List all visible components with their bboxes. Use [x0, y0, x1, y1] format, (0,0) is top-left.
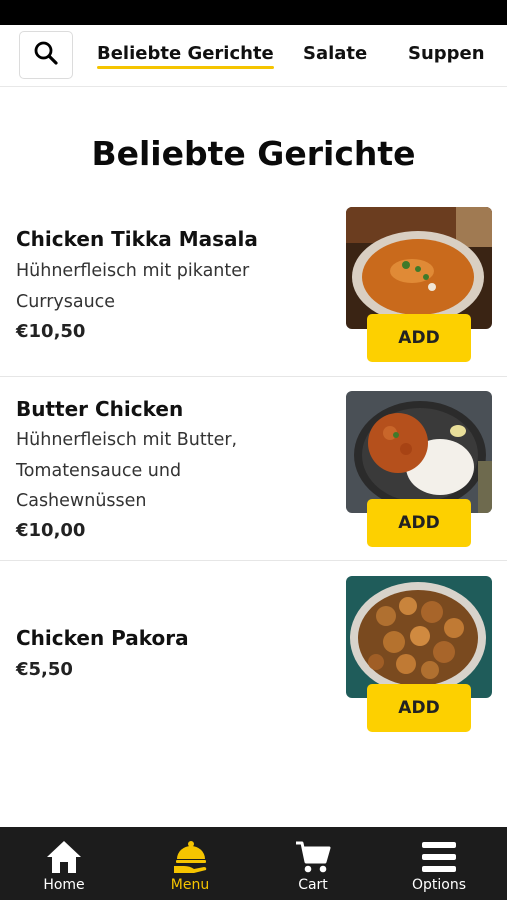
dish-price: €5,50	[16, 659, 73, 680]
nav-menu[interactable]: Menu	[127, 827, 253, 900]
page-title: Beliebte Gerichte	[91, 134, 416, 173]
options-icon	[421, 836, 457, 874]
dish-image	[346, 576, 492, 698]
dish-description: Hühnerfleisch mit pikanter Currysauce	[16, 261, 250, 312]
tab-beliebte-gerichte[interactable]: Beliebte Gerichte	[97, 43, 274, 69]
nav-label: Menu	[170, 877, 210, 893]
home-icon	[46, 836, 82, 874]
dish-image	[346, 207, 492, 329]
dish-name: Butter Chicken	[16, 397, 184, 421]
tab-salate[interactable]: Salate	[303, 43, 367, 64]
dish-name: Chicken Tikka Masala	[16, 227, 258, 251]
category-nav: Beliebte Gerichte Salate Suppen	[0, 25, 507, 87]
dish-price: €10,00	[16, 520, 86, 541]
tab-suppen[interactable]: Suppen	[408, 43, 485, 64]
add-button[interactable]: ADD	[367, 499, 471, 547]
status-bar	[0, 0, 507, 25]
nav-cart[interactable]: Cart	[250, 827, 376, 900]
add-button[interactable]: ADD	[367, 684, 471, 732]
nav-label: Options	[411, 877, 467, 893]
search-button[interactable]	[19, 31, 73, 79]
dish-item: Chicken Tikka Masala Hühnerfleisch mit p…	[0, 194, 507, 377]
nav-options[interactable]: Options	[376, 827, 502, 900]
cart-icon	[295, 836, 331, 874]
dish-item: Chicken Pakora €5,50 ADD	[0, 561, 507, 745]
menu-icon	[172, 836, 208, 874]
dish-image	[346, 391, 492, 513]
add-button[interactable]: ADD	[367, 314, 471, 362]
dish-item: Butter Chicken Hühnerfleisch mit Butter,…	[0, 377, 507, 561]
nav-label: Home	[43, 877, 85, 893]
nav-home[interactable]: Home	[1, 827, 127, 900]
search-icon	[33, 40, 59, 70]
dish-name: Chicken Pakora	[16, 626, 189, 650]
nav-label: Cart	[298, 877, 328, 893]
dish-description: Hühnerfleisch mit Butter, Tomatensauce u…	[16, 430, 238, 511]
bottom-nav: Home Menu Cart Options	[0, 827, 507, 900]
dish-price: €10,50	[16, 321, 86, 342]
